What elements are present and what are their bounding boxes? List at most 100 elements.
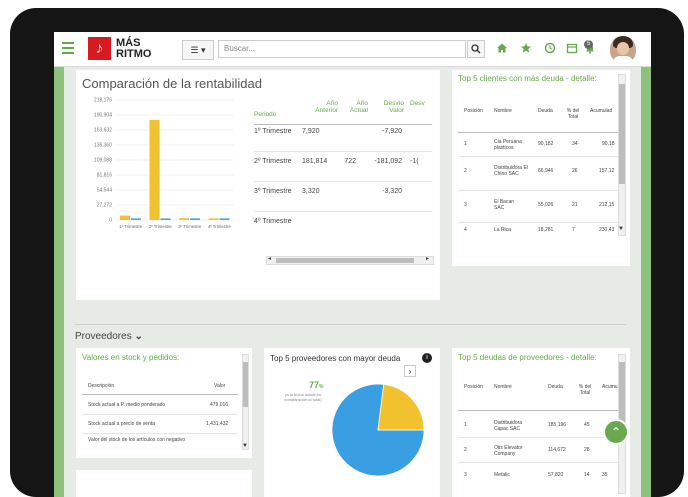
row-4-periodo: 4º Trimestre bbox=[254, 218, 292, 225]
app-screen: ♪ MÁS RITMO ☰ ▾ Buscar... 5 Comparación … bbox=[54, 32, 651, 497]
y-tick-label: 54,544 bbox=[97, 188, 113, 194]
stock-row-2-valor: 1,431,432 bbox=[206, 421, 229, 427]
x-tick-label: 3º Trimestre bbox=[178, 224, 202, 229]
chart-bar[interactable] bbox=[120, 215, 130, 220]
cd-row-4-pct: 7 bbox=[572, 227, 575, 233]
row-1-periodo: 1º Trimestre bbox=[254, 128, 292, 135]
scroll-right-arrow-icon[interactable]: ▸ bbox=[426, 255, 429, 262]
cd-col-acum: Acumulad bbox=[590, 108, 613, 114]
top-proveedores-percent: 77% bbox=[309, 380, 324, 390]
row-2-anterior: 181,814 bbox=[302, 158, 328, 165]
row-2-desv: -1( bbox=[410, 158, 419, 165]
dp-row-2-pct: 28 bbox=[584, 447, 590, 453]
row-2-actual: 722 bbox=[344, 158, 356, 165]
dp-row-1-nombre: Distribuidora Capac SAC bbox=[494, 420, 523, 432]
cd-row-1-deuda: 90,182 bbox=[538, 141, 554, 147]
cd-row-1-acum: 90,18 bbox=[602, 141, 615, 147]
row-1-anterior: 7,920 bbox=[302, 128, 320, 135]
cd-row-2-nombre: Distribuidora El Chino SAC bbox=[494, 165, 528, 177]
cd-row-2-pct: 26 bbox=[572, 168, 578, 174]
chart-bar[interactable] bbox=[190, 218, 200, 220]
cd-row-1-pct: 34 bbox=[572, 141, 578, 147]
dp-row-3-nombre: Metalic bbox=[494, 472, 510, 478]
stock-title: Valores en stock y pedidos: bbox=[82, 353, 180, 362]
stock-row-1-desc: Stock actual a P. medio ponderado bbox=[88, 402, 166, 408]
cd-row-1-pos: 1 bbox=[464, 141, 467, 147]
chart-bar[interactable] bbox=[131, 218, 141, 220]
row-2-desvio: -181,092 bbox=[374, 158, 402, 165]
y-tick-label: 136,360 bbox=[94, 143, 112, 149]
y-tick-label: 190,904 bbox=[94, 113, 112, 119]
next-arrow-button[interactable]: › bbox=[404, 365, 416, 377]
row-1-desvio: -7,920 bbox=[382, 128, 402, 135]
pie-slice[interactable] bbox=[377, 383, 425, 431]
dp-col-acum: Acumu bbox=[602, 384, 618, 390]
cd-row-3-pos: 3 bbox=[464, 202, 467, 208]
dp-row-2-nombre: Otis Elevator Company bbox=[494, 445, 523, 457]
scroll-left-arrow-icon[interactable]: ◂ bbox=[268, 255, 271, 262]
next-card-stub bbox=[76, 470, 252, 497]
info-icon[interactable]: i bbox=[422, 353, 432, 363]
cd-col-posicion: Posición bbox=[464, 108, 483, 114]
cd-row-4-nombre: La Rica bbox=[494, 227, 511, 233]
dp-row-1-pct: 45 bbox=[584, 422, 590, 428]
x-tick-label: 4º Trimestre bbox=[208, 224, 232, 229]
dp-row-1-deuda: 185,196 bbox=[548, 422, 567, 428]
top-proveedores-note: (a la fecha actual en comparación al tot… bbox=[284, 392, 322, 402]
stock-row-1-valor: 479,016 bbox=[210, 402, 229, 408]
dp-row-2-deuda: 114,672 bbox=[548, 447, 566, 453]
chart-bar[interactable] bbox=[219, 218, 230, 220]
dp-row-3-pos: 3 bbox=[464, 472, 467, 478]
deudas-proveedores-title: Top 5 deudas de proveedores - detalle: bbox=[458, 353, 597, 362]
proveedores-section-header[interactable]: Proveedores ⌄ bbox=[75, 331, 143, 342]
row-3-anterior: 3,320 bbox=[302, 188, 320, 195]
col-anio-actual: Año Actual bbox=[349, 100, 368, 114]
scroll-down-arrow-icon[interactable]: ▼ bbox=[618, 226, 624, 232]
y-tick-label: 81,816 bbox=[97, 173, 113, 179]
proveedores-title: Proveedores bbox=[75, 331, 132, 342]
cd-row-4-deuda: 18,281 bbox=[538, 227, 554, 233]
col-anio-anterior: Año Anterior bbox=[315, 100, 338, 114]
cd-row-4-acum: 230,43 bbox=[599, 227, 615, 233]
dp-row-3-deuda: 57,820 bbox=[548, 472, 564, 478]
top-proveedores-title: Top 5 proveedores con mayor deuda bbox=[270, 354, 401, 363]
dp-row-3-pct: 14 bbox=[584, 472, 590, 478]
col-desv: Desv bbox=[410, 100, 425, 107]
stock-col-descripcion: Descripción bbox=[88, 383, 115, 389]
chart-bar[interactable] bbox=[160, 218, 171, 220]
chart-bar[interactable] bbox=[208, 218, 219, 220]
cd-col-nombre: Nombre bbox=[494, 108, 512, 114]
y-tick-label: 218,176 bbox=[94, 98, 112, 104]
y-tick-label: 0 bbox=[109, 218, 112, 224]
col-desvio-valor: Desvío Valor bbox=[383, 100, 404, 114]
stock-row-3-desc: Valor del stock de los artículos con neg… bbox=[88, 437, 186, 443]
x-tick-label: 2º Trimestre bbox=[149, 224, 173, 229]
rentabilidad-hscroll-thumb[interactable] bbox=[276, 258, 414, 263]
chart-bar[interactable] bbox=[179, 218, 189, 220]
cd-row-4-pos: 4 bbox=[464, 227, 467, 233]
top-proveedores-pie-chart bbox=[331, 383, 425, 477]
chevron-down-icon: ⌄ bbox=[134, 331, 143, 342]
cd-col-deuda: Deuda bbox=[538, 108, 553, 114]
section-divider bbox=[75, 324, 626, 325]
cd-row-1-nombre: Cia Peruana plasticos bbox=[494, 139, 522, 151]
col-periodo: Periodo bbox=[254, 111, 277, 118]
x-tick-label: 1º Trimestre bbox=[119, 224, 143, 229]
chart-bar[interactable] bbox=[149, 119, 160, 220]
dp-row-2-pos: 2 bbox=[464, 447, 467, 453]
cd-row-2-pos: 2 bbox=[464, 168, 467, 174]
dp-col-pct: % del Total bbox=[578, 384, 592, 396]
stock-row-2-desc: Stock actual a precio de venta bbox=[88, 421, 155, 427]
cd-row-3-pct: 21 bbox=[572, 202, 578, 208]
stock-vscroll-thumb[interactable] bbox=[243, 362, 248, 407]
row-2-periodo: 2º Trimestre bbox=[254, 158, 292, 165]
dp-col-deuda: Deuda bbox=[548, 384, 563, 390]
y-tick-label: 109,088 bbox=[94, 158, 112, 164]
cd-row-2-deuda: 66,946 bbox=[538, 168, 554, 174]
stock-scroll-down-icon[interactable]: ▼ bbox=[242, 443, 248, 449]
cd-row-2-acum: 157,12 bbox=[599, 168, 615, 174]
clientes-vscroll-thumb[interactable] bbox=[619, 84, 625, 184]
dp-col-nombre: Nombre bbox=[494, 384, 512, 390]
scroll-to-top-button[interactable]: ⌃ bbox=[603, 419, 629, 445]
stock-col-valor: Valor bbox=[214, 383, 226, 389]
